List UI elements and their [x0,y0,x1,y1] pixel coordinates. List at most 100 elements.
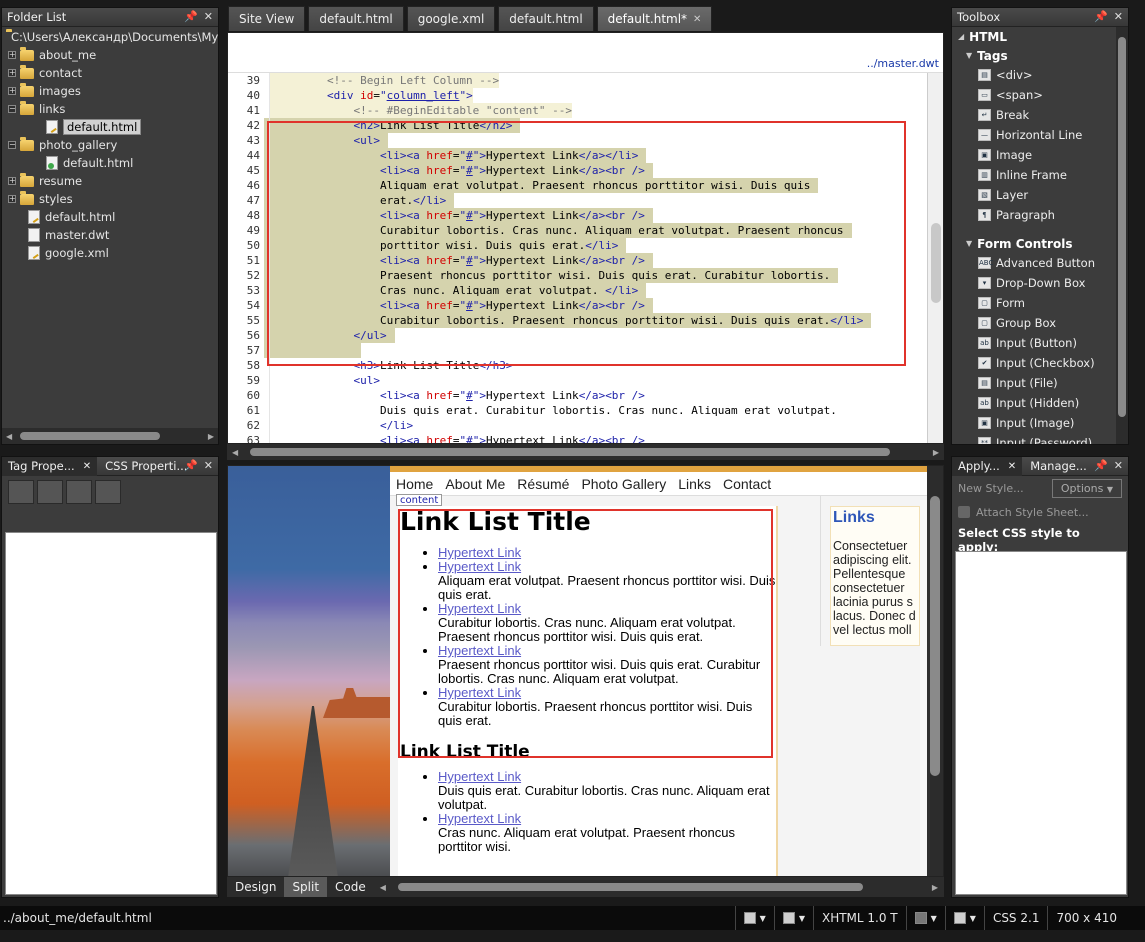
hypertext-link[interactable]: Hypertext Link [438,769,521,784]
close-icon[interactable]: ✕ [1008,461,1016,472]
toolbox-item[interactable]: ▥ Inline Frame [952,165,1116,185]
css-schema-button[interactable]: ▼ [944,906,984,930]
code-line[interactable]: 61 Duis quis erat. Curabitur lobortis. C… [228,403,927,418]
toolbox-item[interactable]: ↵ Break [952,105,1116,125]
toolbox-vscroll[interactable] [1116,27,1128,444]
nav-link[interactable]: Résumé [517,476,569,492]
code-line[interactable]: 39 <!-- Begin Left Column --> [228,73,927,88]
tree-item[interactable]: google.xml [2,244,218,262]
nav-link[interactable]: Home [396,476,433,492]
sort-icon[interactable] [37,480,63,504]
toolbox-item[interactable]: ▧ Layer [952,185,1116,205]
pin-icon[interactable]: 📌 [184,10,198,23]
tree-item[interactable]: − photo_gallery [2,136,218,154]
view-button-split[interactable]: Split [284,877,328,897]
toolbox-group[interactable]: ▼ Form Controls [952,234,1116,253]
tab-apply-styles[interactable]: Apply... ✕ [952,456,1023,476]
tab-css-properties[interactable]: CSS Properti... [97,457,195,476]
nav-link[interactable]: Photo Gallery [581,476,666,492]
tree-item[interactable]: + images [2,82,218,100]
formatting-marks-button[interactable]: ▼ [773,906,813,930]
scroll-left-icon[interactable]: ◀ [380,883,386,892]
tree-item[interactable]: + about_me [2,46,218,64]
new-style-button[interactable]: New Style... [958,482,1024,495]
tab-tag-properties[interactable]: Tag Prope... ✕ [2,456,98,476]
tab-document[interactable]: default.html [498,6,594,31]
doctype-indicator[interactable]: XHTML 1.0 T [812,906,906,930]
hypertext-link[interactable]: Hypertext Link [438,811,521,826]
expand-icon[interactable]: + [8,51,16,59]
categorized-icon[interactable] [8,480,34,504]
toolbox-item[interactable]: ▭ <span> [952,85,1116,105]
attach-style-sheet-button[interactable]: Attach Style Sheet... [976,506,1089,519]
tree-item[interactable]: C:\Users\Александр\Documents\My We [2,28,218,46]
tree-item[interactable]: + resume [2,172,218,190]
scroll-right-icon[interactable]: ▶ [933,448,939,457]
close-icon[interactable]: ✕ [1114,10,1123,23]
close-icon[interactable]: ✕ [204,459,213,472]
tree-item[interactable]: default.html [2,154,218,172]
close-icon[interactable]: ✕ [83,461,91,472]
scroll-left-icon[interactable]: ◀ [232,448,238,457]
scroll-right-icon[interactable]: ▶ [932,883,938,892]
tree-item[interactable]: + styles [2,190,218,208]
editable-region-tag[interactable]: content [396,494,443,506]
scroll-left-icon[interactable]: ◀ [6,432,12,441]
expand-icon[interactable]: − [8,105,16,113]
view-button-design[interactable]: Design [227,877,284,897]
code-hscroll[interactable]: ◀ ▶ [227,444,944,460]
expand-icon[interactable]: + [8,69,16,77]
toolbox-item[interactable]: ✔ Input (Checkbox) [952,353,1116,373]
expand-icon[interactable]: + [8,195,16,203]
properties-icon[interactable] [95,480,121,504]
toolbox-section-html[interactable]: ◢ HTML [952,27,1116,46]
toolbox-item[interactable]: ▢ Group Box [952,313,1116,333]
style-application-button[interactable]: ▼ [905,906,945,930]
toolbox-item[interactable]: ab Input (Button) [952,333,1116,353]
pin-icon[interactable]: 📌 [1094,10,1108,23]
tab-document[interactable]: default.html* ✕ [596,6,713,31]
visual-aids-button[interactable]: ▼ [734,906,774,930]
close-icon[interactable]: ✕ [693,14,701,25]
pin-icon[interactable]: 📌 [1094,459,1108,472]
pin-icon[interactable]: 📌 [184,459,198,472]
toolbox-item[interactable]: ▤ <div> [952,65,1116,85]
code-line[interactable]: 60 <li><a href="#">Hypertext Link</a><br… [228,388,927,403]
code-line[interactable]: 63 <li><a href="#">Hypertext Link</a><br… [228,433,927,443]
scroll-thumb[interactable] [20,432,161,440]
tree-item[interactable]: default.html [2,118,218,136]
css-version-indicator[interactable]: CSS 2.1 [983,906,1048,930]
toolbox-item[interactable]: ABC Advanced Button [952,253,1116,273]
scroll-thumb[interactable] [250,448,891,456]
code-line[interactable]: 41 <!-- #BeginEditable "content" --> [228,103,927,118]
toolbox-item[interactable]: ▤ Input (File) [952,373,1116,393]
toolbox-item[interactable]: ▾ Drop-Down Box [952,273,1116,293]
code-line[interactable]: 40 <div id="column_left"> [228,88,927,103]
toolbox-item[interactable]: ¶ Paragraph [952,205,1116,225]
toolbox-item[interactable]: ▢ Form [952,293,1116,313]
css-styles-list[interactable] [955,551,1127,895]
toolbox-item[interactable]: ▣ Image [952,145,1116,165]
scroll-right-icon[interactable]: ▶ [208,432,214,441]
code-line[interactable]: 59 <ul> [228,373,927,388]
tree-item[interactable]: master.dwt [2,226,218,244]
code-vscroll[interactable] [927,73,943,443]
expand-icon[interactable]: + [8,177,16,185]
tree-item[interactable]: + contact [2,64,218,82]
tab-document[interactable]: google.xml [406,6,496,31]
toolbox-item[interactable]: — Horizontal Line [952,125,1116,145]
design-vscroll[interactable] [927,466,943,876]
close-icon[interactable]: ✕ [1114,459,1123,472]
tab-manage-styles[interactable]: Manage... [1022,457,1095,476]
nav-link[interactable]: Links [678,476,711,492]
folder-list-hscroll[interactable]: ◀ ▶ [2,428,218,444]
scroll-thumb[interactable] [931,223,941,303]
expand-icon[interactable]: + [8,87,16,95]
close-icon[interactable]: ✕ [204,10,213,23]
tree-item[interactable]: default.html [2,208,218,226]
page-size-indicator[interactable]: 700 x 410 [1047,906,1125,930]
toolbox-group[interactable]: ▼ Tags [952,46,1116,65]
nav-link[interactable]: About Me [445,476,505,492]
tab-document[interactable]: Site View [228,6,306,31]
scroll-thumb[interactable] [397,883,863,891]
